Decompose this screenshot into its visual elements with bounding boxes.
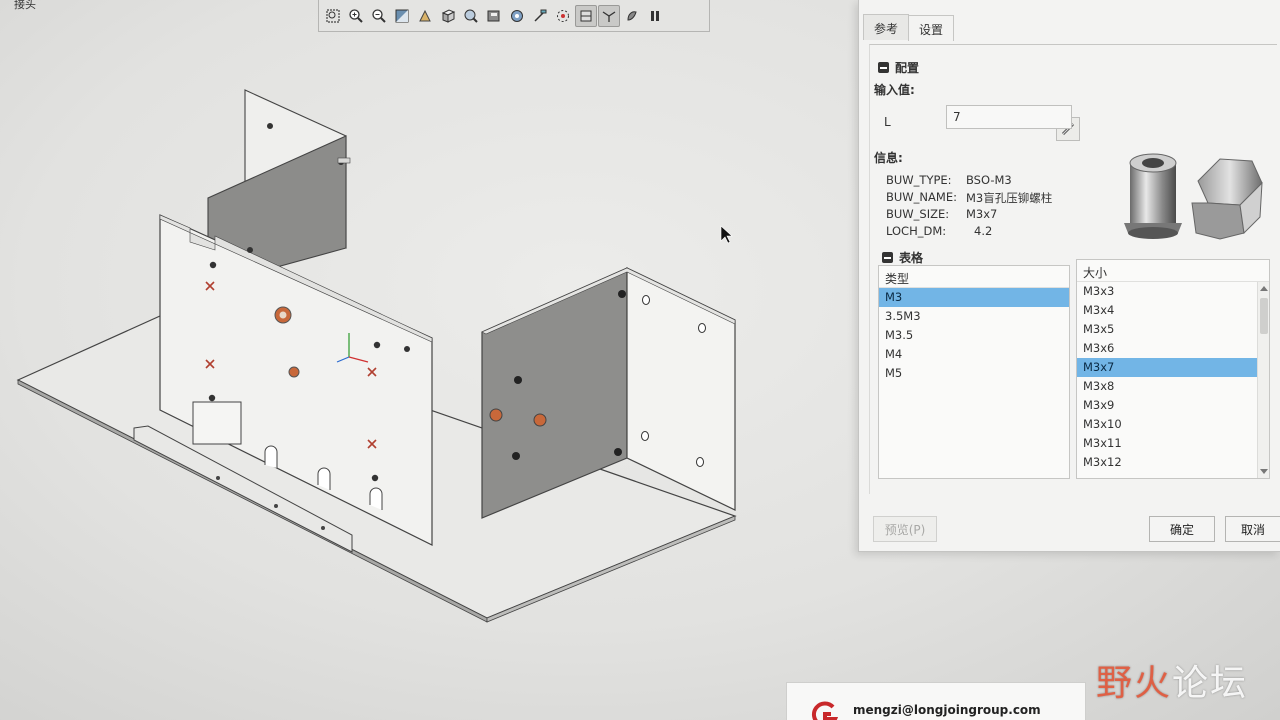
list-item[interactable]: M4 <box>879 345 1069 364</box>
list-item[interactable]: M3x11 <box>1077 434 1269 453</box>
length-input[interactable] <box>946 105 1072 129</box>
tab-reference[interactable]: 参考 <box>863 14 910 40</box>
list-item[interactable]: M3 <box>879 288 1069 307</box>
type-list-header: 类型 <box>879 266 1069 288</box>
ok-button[interactable]: 确定 <box>1149 516 1215 542</box>
size-list-header: 大小 <box>1077 260 1269 282</box>
cancel-button[interactable]: 取消 <box>1225 516 1280 542</box>
input-value-label: 输入值: <box>874 83 915 97</box>
size-list-scrollbar[interactable] <box>1257 282 1269 478</box>
table-title: 表格 <box>899 251 924 265</box>
list-item[interactable]: M3x8 <box>1077 377 1269 396</box>
collapse-icon[interactable] <box>882 252 893 263</box>
graphics-viewport[interactable]: 接头 参考 设置 配置 输入值: L 7 信息: BUW_TYPE: BSO-M… <box>0 0 1280 720</box>
cursor-icon <box>720 225 733 244</box>
contact-card: mengzi@longjoingroup.com <box>786 682 1086 720</box>
list-item[interactable]: M5 <box>879 364 1069 383</box>
scroll-thumb[interactable] <box>1260 298 1268 334</box>
type-list[interactable]: 类型 M3 3.5M3 M3.5 M4 M5 <box>878 265 1070 479</box>
scroll-up-icon[interactable] <box>1260 286 1268 291</box>
list-item[interactable]: M3x10 <box>1077 415 1269 434</box>
forum-watermark: 野火论坛 <box>1096 663 1249 704</box>
config-section-header[interactable]: 配置 <box>878 59 919 76</box>
settings-panel: 配置 输入值: L 信息: BUW_TYPE: BSO-M3 BUW_NAME:… <box>869 44 1277 494</box>
sheet-metal-model[interactable] <box>0 0 840 640</box>
preview-button[interactable]: 预览(P) <box>873 516 937 542</box>
list-item[interactable]: M3x5 <box>1077 320 1269 339</box>
collapse-icon[interactable] <box>878 62 889 73</box>
size-list[interactable]: 大小 M3x3 M3x4 M3x5 M3x6 M3x7 M3x8 M3x9 M3… <box>1076 259 1270 479</box>
list-item[interactable]: M3x4 <box>1077 301 1269 320</box>
table-section-header[interactable]: 表格 <box>882 249 923 266</box>
list-item[interactable]: M3.5 <box>879 326 1069 345</box>
list-item[interactable]: 3.5M3 <box>879 307 1069 326</box>
list-item[interactable]: M3x7 <box>1077 358 1269 377</box>
info-label: 信息: <box>874 151 903 165</box>
field-l-label: L <box>884 115 891 129</box>
scroll-down-icon[interactable] <box>1260 469 1268 474</box>
contact-email: mengzi@longjoingroup.com <box>853 703 1041 717</box>
fastener-dialog: 参考 设置 配置 输入值: L 信息: BUW_TYPE: BSO-M3 BUW… <box>858 0 1280 552</box>
company-logo-icon <box>811 701 839 720</box>
config-title: 配置 <box>895 61 920 75</box>
fastener-preview-image <box>1124 153 1263 240</box>
list-item[interactable]: M3x3 <box>1077 282 1269 301</box>
dialog-tabs: 参考 设置 <box>863 14 955 41</box>
list-item[interactable]: M3x9 <box>1077 396 1269 415</box>
list-item[interactable]: M3x12 <box>1077 453 1269 472</box>
list-item[interactable]: M3x6 <box>1077 339 1269 358</box>
tab-settings[interactable]: 设置 <box>908 15 955 41</box>
